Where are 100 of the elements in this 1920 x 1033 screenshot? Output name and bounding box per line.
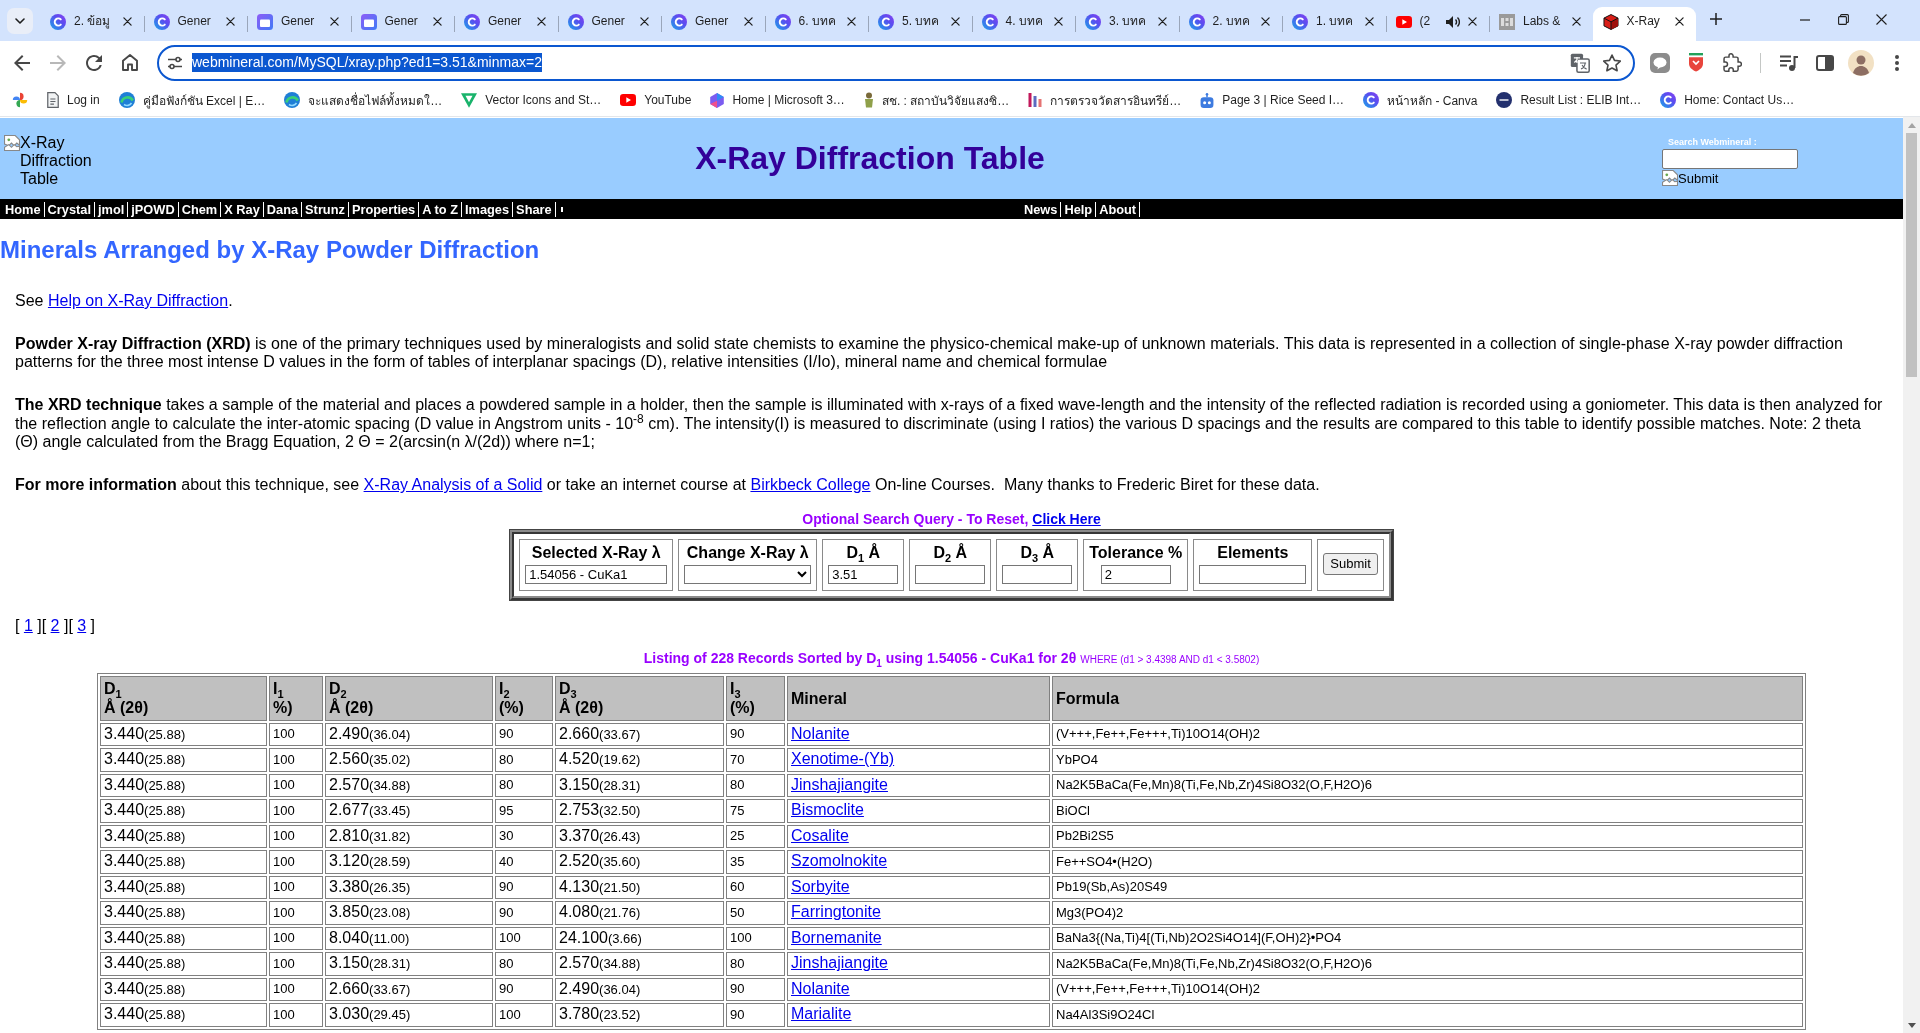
- mineral-link[interactable]: Jinshajiangite: [791, 954, 888, 972]
- close-icon[interactable]: [1157, 17, 1167, 26]
- close-icon[interactable]: [433, 17, 442, 26]
- close-icon[interactable]: [1364, 17, 1374, 26]
- tab[interactable]: Gener: [143, 7, 247, 41]
- nav-link[interactable]: About: [1096, 201, 1141, 217]
- scrollbar-thumb[interactable]: [1906, 133, 1917, 377]
- mineral-link[interactable]: Szomolnokite: [791, 852, 888, 870]
- nav-link[interactable]: Properties: [348, 201, 420, 217]
- avatar-icon[interactable]: [1848, 49, 1874, 76]
- bookmark[interactable]: คู่มือฟังก์ชัน Excel | E…: [112, 86, 272, 114]
- mineral-link[interactable]: Nolanite: [791, 979, 850, 997]
- back-icon[interactable]: [14, 54, 30, 71]
- bookmark[interactable]: Log in: [41, 86, 106, 114]
- nav-link[interactable]: A to Z: [419, 201, 462, 217]
- bookmark[interactable]: การตรวจวัดสารอินทรีย์…: [1022, 86, 1188, 114]
- close-icon[interactable]: [122, 17, 132, 26]
- pinwheel-icon[interactable]: [12, 92, 28, 108]
- tab[interactable]: 3. บทค: [1075, 7, 1179, 41]
- tab[interactable]: Gener: [557, 7, 661, 41]
- tab[interactable]: X-Ray: [1592, 7, 1696, 41]
- bookmark[interactable]: Page 3 | Rice Seed I…: [1194, 86, 1351, 114]
- nav-link[interactable]: Share: [513, 201, 556, 217]
- chat-bubble-icon[interactable]: [1650, 52, 1670, 73]
- bookmark[interactable]: YouTube: [614, 86, 698, 114]
- search-field[interactable]: [1662, 149, 1798, 169]
- nav-link[interactable]: Chem: [178, 201, 222, 217]
- close-icon[interactable]: [743, 17, 753, 26]
- plus-icon[interactable]: [1710, 13, 1722, 25]
- close-icon[interactable]: [1876, 14, 1888, 25]
- close-icon[interactable]: [329, 17, 339, 26]
- shield-icon[interactable]: [1688, 53, 1704, 72]
- nav-link[interactable]: X Ray: [221, 201, 264, 217]
- mineral-link[interactable]: Marialite: [791, 1005, 852, 1023]
- link[interactable]: X-Ray Analysis of a Solid: [363, 476, 543, 494]
- playlist-icon[interactable]: [1780, 54, 1798, 71]
- nav-link[interactable]: Images: [462, 201, 514, 217]
- close-icon[interactable]: [640, 17, 649, 26]
- tab[interactable]: (2: [1385, 7, 1489, 41]
- tab[interactable]: 1. บทค: [1282, 7, 1386, 41]
- translate-icon[interactable]: [1570, 52, 1590, 73]
- text-field[interactable]: [1199, 564, 1307, 584]
- close-icon[interactable]: [226, 17, 235, 26]
- nav-link[interactable]: Strunz: [302, 201, 349, 217]
- nav-link[interactable]: Crystal: [44, 201, 95, 217]
- mineral-link[interactable]: Nolanite: [791, 724, 850, 742]
- mineral-link[interactable]: Xenotime-(Yb): [791, 750, 895, 768]
- nav-link[interactable]: jmol: [94, 201, 129, 217]
- sliders-icon[interactable]: [167, 55, 183, 70]
- tab[interactable]: Gener: [247, 7, 351, 41]
- nav-link[interactable]: News: [1021, 201, 1062, 217]
- tab[interactable]: Labs &: [1489, 7, 1593, 41]
- tab[interactable]: Gener: [350, 7, 454, 41]
- text-field[interactable]: [1002, 564, 1073, 584]
- scrollbar[interactable]: [1903, 117, 1920, 1033]
- bookmark[interactable]: Home: Contact Us…: [1654, 86, 1801, 114]
- bookmark[interactable]: Result List : ELIB Int…: [1490, 86, 1648, 114]
- tab[interactable]: Gener: [661, 7, 765, 41]
- close-icon[interactable]: [847, 17, 856, 26]
- speaker-icon[interactable]: [1445, 14, 1460, 29]
- submit-alt-text[interactable]: Submit: [1678, 170, 1719, 186]
- more-menu-icon[interactable]: [1895, 54, 1899, 71]
- close-icon[interactable]: [1468, 17, 1477, 26]
- bookmark[interactable]: จะแสดงชื่อไฟล์ทั้งหมดใ…: [278, 86, 449, 114]
- home-icon[interactable]: [122, 54, 138, 71]
- page-link[interactable]: 3: [77, 616, 87, 634]
- tab[interactable]: 5. บทค: [868, 7, 972, 41]
- mineral-link[interactable]: Jinshajiangite: [791, 775, 888, 793]
- page-link[interactable]: 2: [50, 616, 60, 634]
- side-panel-icon[interactable]: [1816, 54, 1834, 71]
- mineral-link[interactable]: Bornemanite: [791, 928, 882, 946]
- nav-link[interactable]: jPOWD: [128, 201, 179, 217]
- bookmark[interactable]: Vector Icons and St…: [455, 86, 608, 114]
- tab[interactable]: 2. ข้อมู: [40, 7, 144, 41]
- reload-icon[interactable]: [86, 54, 102, 71]
- text-field[interactable]: 3.51: [828, 564, 899, 584]
- tab-search-button[interactable]: [7, 8, 33, 34]
- link[interactable]: Birkbeck College: [750, 476, 871, 494]
- close-icon[interactable]: [1054, 17, 1063, 26]
- text-field[interactable]: [915, 564, 986, 584]
- mineral-link[interactable]: Farringtonite: [791, 903, 881, 921]
- nav-link[interactable]: Help: [1061, 201, 1097, 217]
- url-text[interactable]: webmineral.com/MySQL/xray.php?ed1=3.51&minmax=2: [192, 53, 542, 72]
- page-link[interactable]: 1: [23, 616, 33, 634]
- tab[interactable]: 2. บทค: [1178, 7, 1282, 41]
- bookmark[interactable]: สช. : สถาบันวิจัยแสงซิ…: [857, 86, 1016, 114]
- tab[interactable]: 6. บทค: [764, 7, 868, 41]
- text-field[interactable]: 2: [1100, 564, 1171, 584]
- text-field[interactable]: 1.54056 - CuKa1: [525, 564, 668, 584]
- bookmark[interactable]: หน้าหลัก - Canva: [1357, 86, 1484, 114]
- bookmark[interactable]: Home | Microsoft 3…: [704, 86, 851, 114]
- link[interactable]: Help on X-Ray Diffraction: [47, 292, 229, 309]
- mineral-link[interactable]: Bismoclite: [791, 801, 864, 819]
- puzzle-icon[interactable]: [1722, 53, 1742, 72]
- reset-link[interactable]: Click Here: [1032, 510, 1101, 527]
- broken-image-icon[interactable]: [1662, 170, 1678, 186]
- dropdown[interactable]: [684, 564, 812, 584]
- scroll-down-icon[interactable]: [1907, 1022, 1916, 1028]
- close-icon[interactable]: [1261, 17, 1270, 26]
- nav-link[interactable]: Dana: [263, 201, 303, 217]
